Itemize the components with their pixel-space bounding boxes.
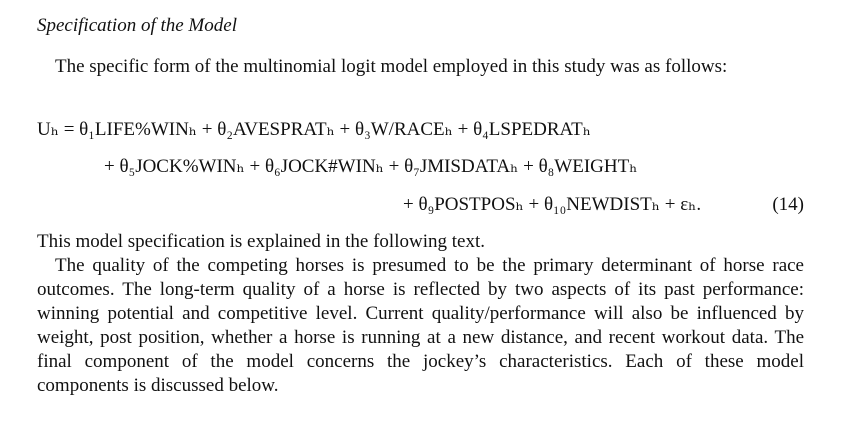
explanation-line: This model specification is explained in… xyxy=(37,231,485,252)
section-heading: Specification of the Model xyxy=(37,15,237,36)
equation-line-1: Uₕ = θ₁LIFE%WINₕ + θ₂AVESPRATₕ + θ₃W/RAC… xyxy=(37,118,591,142)
equation-line-3-text: + θ₉POSTPOSₕ + θ₁₀NEWDISTₕ + εₕ. xyxy=(403,194,702,215)
equation-line-2-text: + θ₅JOCK%WINₕ + θ₆JOCK#WINₕ + θ₇JMISDATA… xyxy=(104,156,638,177)
body-paragraph: The quality of the competing horses is p… xyxy=(37,255,804,396)
equation-number: (14) xyxy=(772,194,804,215)
document-page: Specification of the Model The specific … xyxy=(0,0,857,437)
equation-line-3: + θ₉POSTPOSₕ + θ₁₀NEWDISTₕ + εₕ. xyxy=(403,193,701,217)
equation-line-2: + θ₅JOCK%WINₕ + θ₆JOCK#WINₕ + θ₇JMISDATA… xyxy=(104,155,637,179)
intro-paragraph: The specific form of the multinomial log… xyxy=(55,56,728,77)
equation-line-1-text: Uₕ = θ₁LIFE%WINₕ + θ₂AVESPRATₕ + θ₃W/RAC… xyxy=(37,119,591,140)
